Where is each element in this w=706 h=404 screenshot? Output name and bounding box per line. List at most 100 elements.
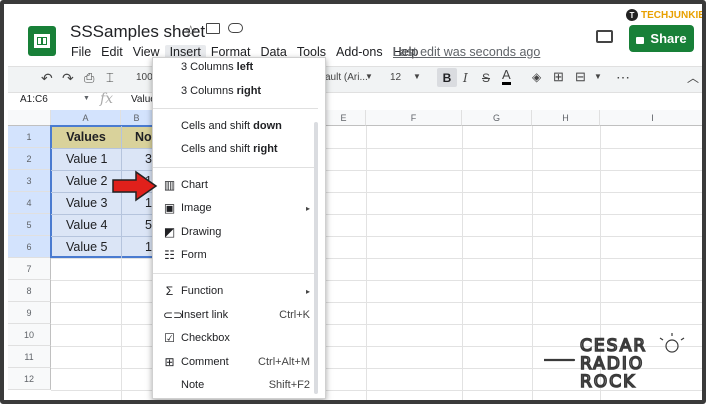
insert-menu-dropdown: 3 Columns left 3 Columns right Cells and… xyxy=(152,57,326,399)
menu-separator xyxy=(153,167,318,168)
cell-b1[interactable]: No xyxy=(135,126,152,148)
menu-item-label: 3 Columns xyxy=(181,85,237,97)
cell-a3[interactable]: Value 2 xyxy=(66,170,107,192)
column-header[interactable]: I xyxy=(600,110,702,126)
menu-separator xyxy=(153,108,318,109)
cell-b5[interactable]: 5 xyxy=(145,214,152,236)
cell-a2[interactable]: Value 1 xyxy=(66,148,107,170)
paint-format-icon[interactable]: ⌶ xyxy=(106,70,114,86)
techjunkie-logo: T TECHJUNKIE xyxy=(626,9,705,21)
menu-item-label: Chart xyxy=(181,179,208,191)
more-options-icon[interactable]: ⋯ xyxy=(616,69,630,86)
chevron-down-icon[interactable]: ▼ xyxy=(413,72,421,81)
row-header[interactable]: 3 xyxy=(8,170,51,192)
column-header[interactable]: F xyxy=(366,110,462,126)
star-icon[interactable]: ☆ xyxy=(184,22,197,40)
row-header[interactable]: 7 xyxy=(8,258,51,280)
cell-a1[interactable]: Values xyxy=(51,126,121,148)
drawing-icon: ◩ xyxy=(163,225,176,239)
menu-item-label: Drawing xyxy=(181,226,222,238)
menu-item-label: Cells and shift xyxy=(181,120,254,132)
select-all-corner[interactable] xyxy=(8,110,51,126)
menu-item-label-bold: right xyxy=(236,85,262,97)
menu-item-label: 3 Columns xyxy=(181,61,237,73)
zoom-select[interactable]: 100 xyxy=(136,72,153,83)
row-header[interactable]: 1 xyxy=(8,126,51,148)
cell-a6[interactable]: Value 5 xyxy=(66,236,107,258)
menu-edit[interactable]: Edit xyxy=(96,45,128,59)
redo-icon[interactable]: ↷ xyxy=(62,70,74,87)
submenu-arrow-icon: ▸ xyxy=(305,204,310,213)
sheets-logo-icon[interactable] xyxy=(28,26,56,56)
comment-icon: ⊞ xyxy=(164,355,175,369)
menu-item-shortcut: Ctrl+K xyxy=(279,309,310,321)
submenu-arrow-icon: ▸ xyxy=(305,287,310,296)
chevron-down-icon[interactable]: ▼ xyxy=(594,72,602,81)
row-header[interactable]: 5 xyxy=(8,214,51,236)
form-icon: ☷ xyxy=(164,248,175,262)
link-icon: ⊂⊃ xyxy=(163,308,184,322)
column-header[interactable]: A xyxy=(51,110,121,126)
row-header[interactable]: 2 xyxy=(8,148,51,170)
grid-line xyxy=(51,324,702,325)
italic-button[interactable]: I xyxy=(463,71,468,85)
last-edit-link[interactable]: Last edit was seconds ago xyxy=(393,45,540,59)
undo-icon[interactable]: ↶ xyxy=(41,70,53,87)
cell-b6[interactable]: 1 xyxy=(145,236,152,258)
column-header[interactable]: H xyxy=(532,110,600,126)
row-header[interactable]: 4 xyxy=(8,192,51,214)
menu-item-label: Form xyxy=(181,249,207,261)
row-header[interactable]: 11 xyxy=(8,346,51,368)
brand-text: TECHJUNKIE xyxy=(641,9,705,21)
merge-cells-icon[interactable]: ⊟ xyxy=(575,69,586,85)
watermark-line3: ROCK xyxy=(580,372,636,388)
chart-icon: ▥ xyxy=(163,178,176,192)
cesar-radio-rock-logo: CESAR RADIO ROCK xyxy=(544,333,685,388)
menu-item-shortcut: Ctrl+Alt+M xyxy=(258,356,310,368)
strikethrough-button[interactable]: S xyxy=(482,71,490,85)
font-select[interactable]: ault (Ari... xyxy=(325,72,368,83)
collapse-toolbar-icon[interactable]: ︿ xyxy=(687,69,699,86)
share-button[interactable]: Share xyxy=(629,25,694,52)
move-folder-icon[interactable] xyxy=(206,23,220,34)
menu-separator xyxy=(153,273,318,274)
row-header[interactable]: 9 xyxy=(8,302,51,324)
menu-item-label: Note xyxy=(181,379,205,391)
menu-item-label: Comment xyxy=(181,356,229,368)
bold-button[interactable]: B xyxy=(437,68,457,87)
fill-color-icon[interactable]: ◈ xyxy=(532,70,541,84)
comment-history-icon[interactable] xyxy=(596,30,613,43)
menu-item-label: Insert link xyxy=(181,309,229,321)
menu-item-label: Checkbox xyxy=(181,332,230,344)
print-icon[interactable]: ⎙ xyxy=(84,70,94,86)
menu-scrollbar[interactable] xyxy=(314,122,318,394)
grid-line xyxy=(462,126,463,400)
menu-item-label: Function xyxy=(181,285,224,297)
chevron-down-icon[interactable]: ▼ xyxy=(365,72,373,81)
fx-icon: fx xyxy=(100,91,114,107)
cell-b2[interactable]: 3 xyxy=(145,148,152,170)
menu-addons[interactable]: Add-ons xyxy=(331,45,388,59)
borders-icon[interactable]: ⊞ xyxy=(553,69,564,85)
row-header[interactable]: 12 xyxy=(8,368,51,390)
image-icon: ▣ xyxy=(163,201,176,215)
menu-item-label: Image xyxy=(181,202,212,214)
column-header[interactable]: E xyxy=(322,110,366,126)
cell-a4[interactable]: Value 3 xyxy=(66,192,107,214)
row-header[interactable]: 10 xyxy=(8,324,51,346)
column-header[interactable]: G xyxy=(462,110,532,126)
chevron-down-icon[interactable]: ▼ xyxy=(83,95,90,102)
menu-item-shortcut: Shift+F2 xyxy=(268,379,310,391)
cell-a5[interactable]: Value 4 xyxy=(66,214,107,236)
share-label: Share xyxy=(650,31,687,46)
text-color-button[interactable]: A xyxy=(502,68,511,85)
column-header[interactable]: B xyxy=(121,110,153,126)
menu-file[interactable]: File xyxy=(66,45,96,59)
name-box[interactable]: A1:C6 xyxy=(20,94,48,105)
row-header[interactable]: 8 xyxy=(8,280,51,302)
menu-item-label-bold: down xyxy=(253,120,282,132)
grid-line xyxy=(51,390,702,391)
red-arrow-icon xyxy=(112,170,158,202)
font-size-select[interactable]: 12 xyxy=(390,72,401,83)
row-header[interactable]: 6 xyxy=(8,236,51,258)
